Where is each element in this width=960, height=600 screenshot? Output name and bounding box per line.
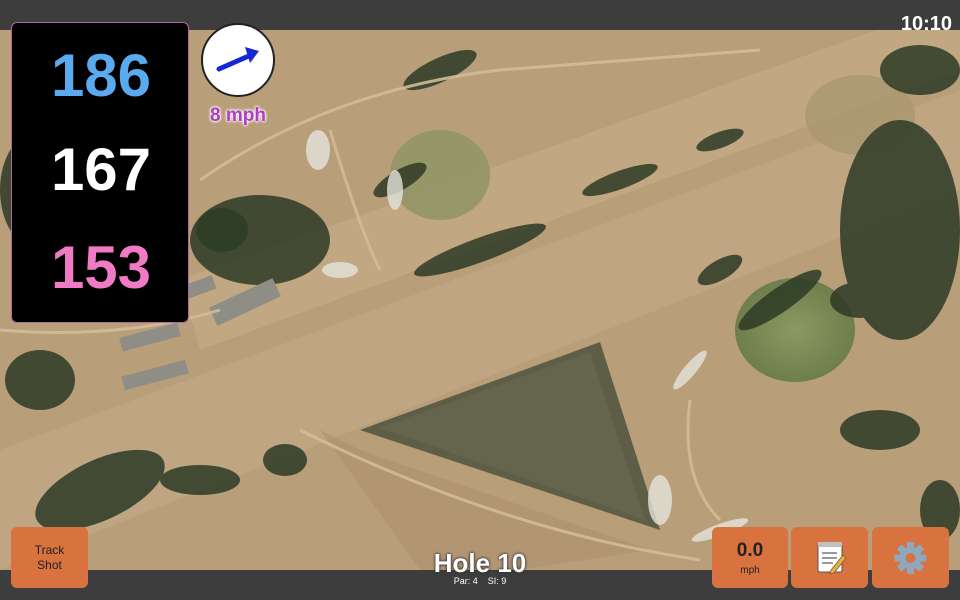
track-shot-label: Track Shot	[34, 543, 65, 572]
par-label: Par: 4	[453, 576, 478, 586]
wind-speed: 8 mph	[210, 105, 266, 126]
si-label: SI: 9	[487, 576, 507, 586]
track-shot-button[interactable]: Track Shot	[11, 527, 88, 588]
golf-gps-screen: 10:10 186 167 153 8 mph Track Shot Hole …	[0, 0, 960, 600]
hole-meta: Par: 4 SI: 9	[380, 577, 580, 586]
wind-direction-dial	[201, 23, 275, 97]
middle-yardage: 167	[50, 136, 152, 203]
gear-icon	[894, 542, 927, 574]
front-yardage: 153	[50, 234, 152, 301]
speed-value: 0.0	[736, 540, 764, 561]
speed-unit: mph	[740, 565, 760, 576]
yardage-panel: 186 167 153	[11, 22, 189, 323]
arrow-icon	[216, 47, 259, 72]
settings-button[interactable]	[872, 527, 949, 588]
back-yardage: 186	[50, 42, 152, 109]
notepad-icon	[817, 542, 847, 575]
speed-button[interactable]: 0.0 mph	[712, 527, 788, 588]
hole-title: Hole 10	[433, 548, 527, 578]
notes-button[interactable]	[791, 527, 868, 588]
clock: 10:10	[900, 13, 952, 35]
